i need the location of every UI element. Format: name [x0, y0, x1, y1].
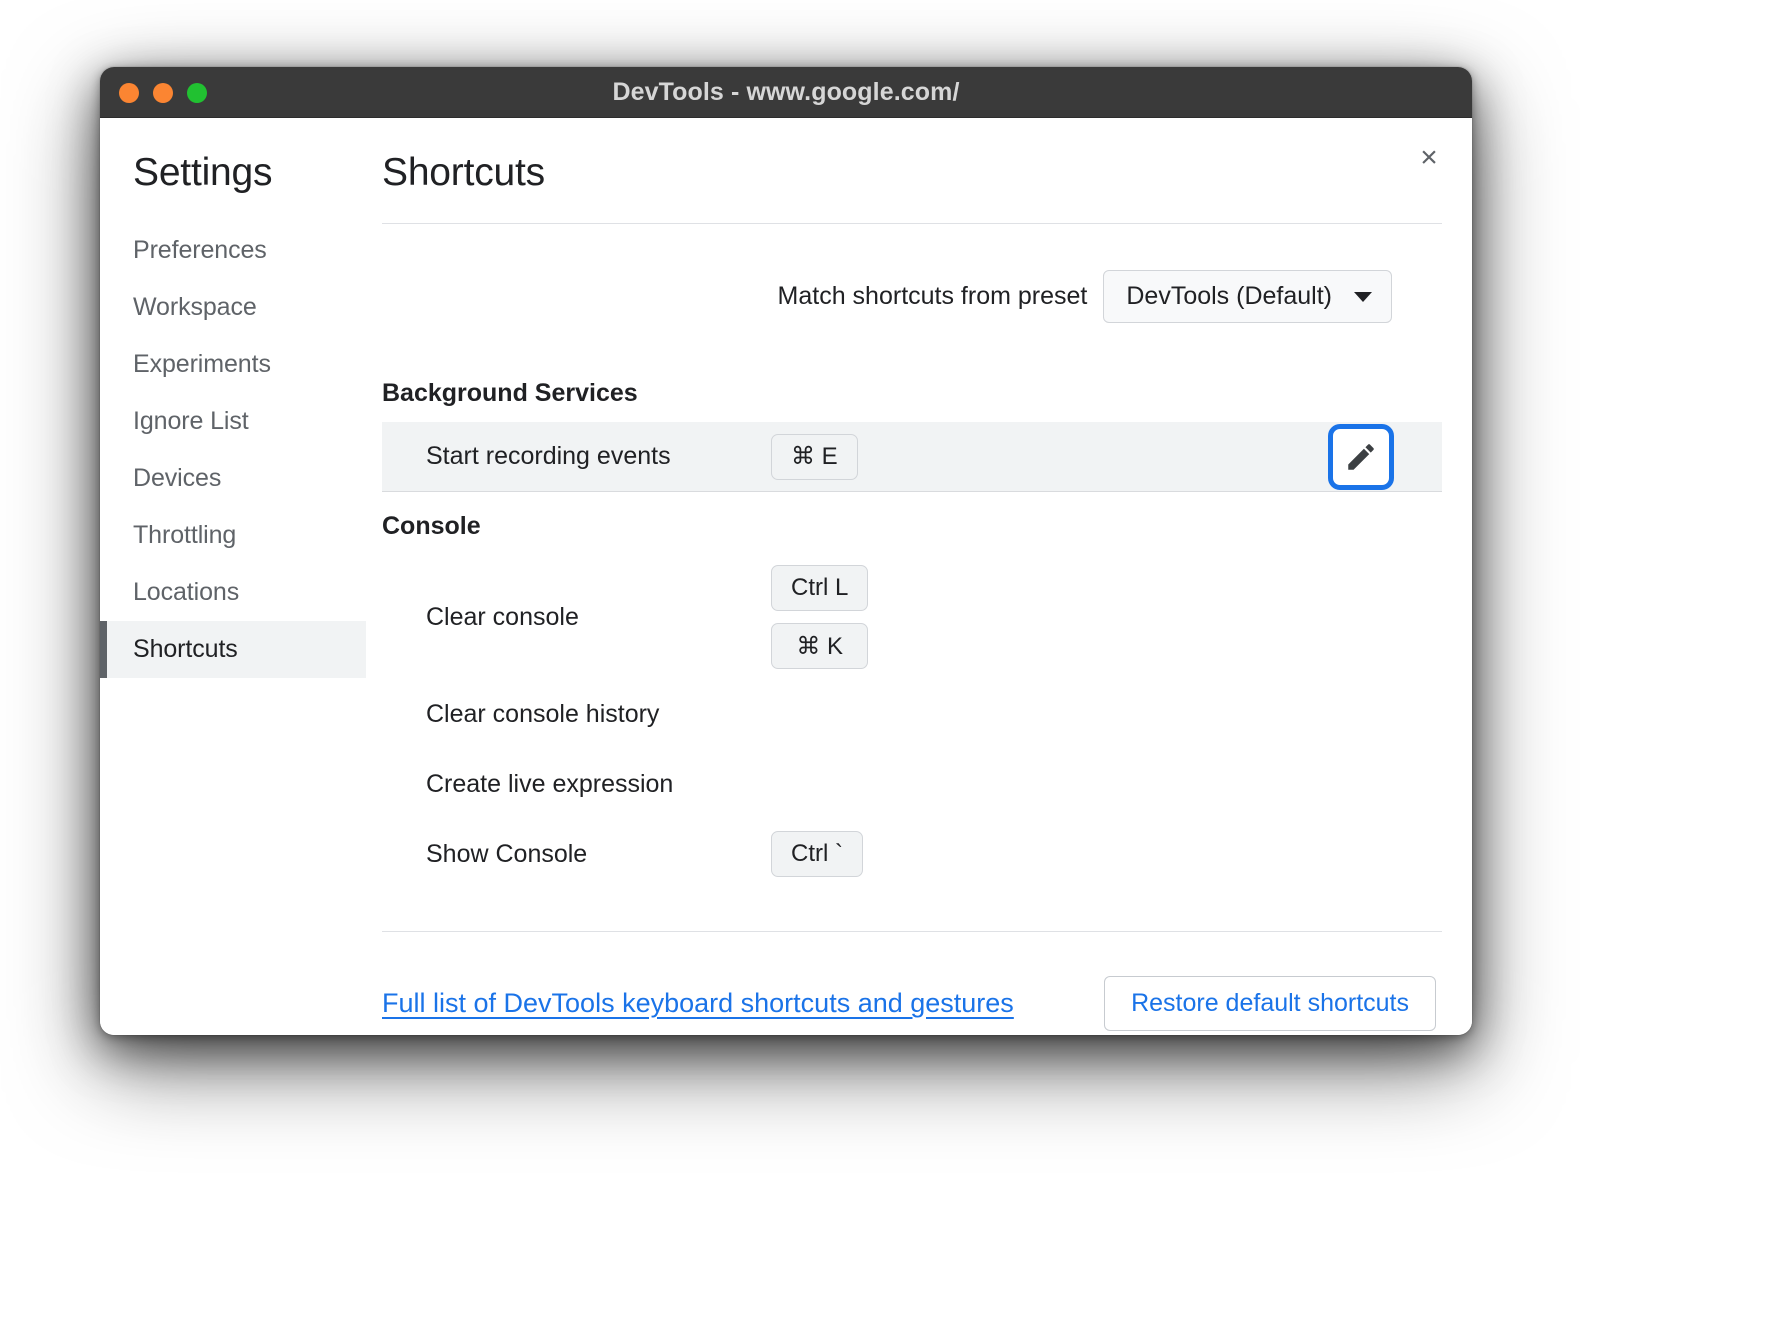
chevron-down-icon	[1354, 292, 1372, 302]
sidebar-item-label: Locations	[133, 578, 239, 607]
sidebar-item-experiments[interactable]: Experiments	[100, 336, 366, 393]
minimize-window-button[interactable]	[153, 83, 173, 103]
shortcut-name: Clear console	[426, 603, 771, 632]
sidebar-item-label: Workspace	[133, 293, 257, 322]
table-row[interactable]: Show Console Ctrl `	[382, 819, 1442, 889]
sidebar-item-shortcuts[interactable]: Shortcuts	[100, 621, 366, 678]
shortcut-name: Clear console history	[426, 700, 771, 729]
key-chip: Ctrl `	[771, 831, 863, 877]
screen: DevTools - www.google.com/ × Settings Pr…	[0, 0, 1776, 1324]
page-title: Shortcuts	[382, 151, 1442, 195]
close-window-button[interactable]	[119, 83, 139, 103]
title-divider	[382, 223, 1442, 224]
preset-selected-value: DevTools (Default)	[1126, 282, 1332, 311]
footer-divider	[382, 931, 1442, 932]
key-chip: ⌘ K	[771, 623, 868, 669]
section-header-console: Console	[382, 512, 1442, 541]
window-title: DevTools - www.google.com/	[612, 78, 959, 107]
sidebar-item-throttling[interactable]: Throttling	[100, 507, 366, 564]
sidebar-item-workspace[interactable]: Workspace	[100, 279, 366, 336]
traffic-light-buttons	[119, 67, 207, 118]
window-titlebar: DevTools - www.google.com/	[100, 67, 1472, 118]
edit-pencil-icon	[1344, 440, 1378, 474]
shortcut-name: Start recording events	[426, 442, 771, 471]
settings-dialog: × Settings Preferences Workspace Experim…	[100, 118, 1472, 1035]
edit-shortcut-button[interactable]	[1328, 424, 1394, 490]
sidebar-item-label: Shortcuts	[133, 635, 238, 664]
sidebar-item-label: Experiments	[133, 350, 271, 379]
sidebar-item-devices[interactable]: Devices	[100, 450, 366, 507]
key-chip: Ctrl L	[771, 565, 868, 611]
table-row[interactable]: Create live expression	[382, 749, 1442, 819]
sidebar-item-label: Ignore List	[133, 407, 249, 436]
shortcut-keys: ⌘ E	[771, 424, 858, 490]
sidebar-item-label: Preferences	[133, 236, 267, 265]
shortcut-name: Create live expression	[426, 770, 771, 799]
devtools-window: DevTools - www.google.com/ × Settings Pr…	[100, 67, 1472, 1035]
shortcuts-panel: Shortcuts Match shortcuts from preset De…	[366, 118, 1472, 1035]
preset-label: Match shortcuts from preset	[778, 282, 1088, 311]
key-chip: ⌘ E	[771, 434, 858, 480]
shortcut-name: Show Console	[426, 840, 771, 869]
shortcut-keys: Ctrl `	[771, 821, 863, 887]
full-shortcuts-list-link[interactable]: Full list of DevTools keyboard shortcuts…	[382, 988, 1014, 1019]
sidebar-item-label: Throttling	[133, 521, 236, 550]
table-row[interactable]: Start recording events ⌘ E	[382, 422, 1442, 492]
sidebar-item-ignore-list[interactable]: Ignore List	[100, 393, 366, 450]
section-header-background-services: Background Services	[382, 379, 1442, 408]
shortcut-keys: Ctrl L ⌘ K	[771, 555, 868, 679]
sidebar-item-label: Devices	[133, 464, 221, 493]
maximize-window-button[interactable]	[187, 83, 207, 103]
table-row[interactable]: Clear console history	[382, 679, 1442, 749]
sidebar-title: Settings	[100, 151, 366, 195]
settings-sidebar: Settings Preferences Workspace Experimen…	[100, 118, 366, 1035]
table-row[interactable]: Clear console Ctrl L ⌘ K	[382, 555, 1442, 679]
preset-row: Match shortcuts from preset DevTools (De…	[382, 270, 1442, 323]
footer-row: Full list of DevTools keyboard shortcuts…	[382, 976, 1442, 1031]
preset-select[interactable]: DevTools (Default)	[1103, 270, 1392, 323]
restore-default-shortcuts-button[interactable]: Restore default shortcuts	[1104, 976, 1436, 1031]
sidebar-item-locations[interactable]: Locations	[100, 564, 366, 621]
sidebar-item-preferences[interactable]: Preferences	[100, 222, 366, 279]
